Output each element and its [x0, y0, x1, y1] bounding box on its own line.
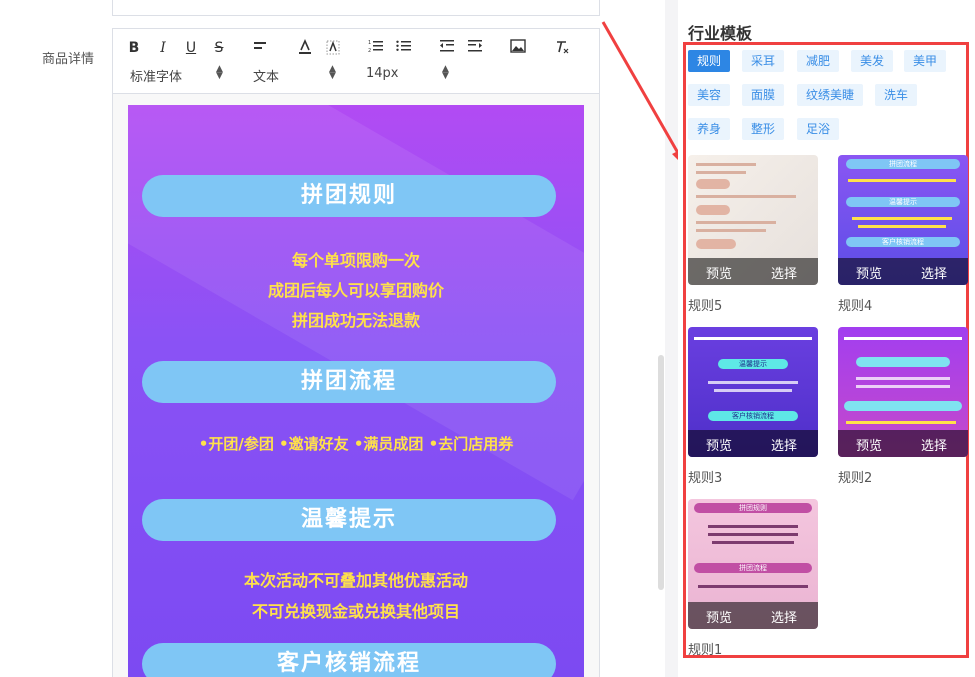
template-name: 规则4 [838, 299, 873, 314]
tag-weight-loss[interactable]: 减肥 [797, 50, 840, 72]
thumb-line [696, 221, 776, 224]
thumb-line [712, 541, 794, 544]
thumb-banner: 客户核销流程 [846, 237, 960, 247]
thumb-line [698, 585, 808, 588]
thumb-banner [844, 401, 962, 411]
preview-button[interactable]: 预览 [706, 435, 732, 454]
template-card-actions: 预览 选择 [838, 430, 968, 457]
thumb-line [696, 195, 796, 198]
thumb-banner: 温馨提示 [718, 359, 788, 369]
thumb-line [856, 377, 950, 380]
tag-wellness[interactable]: 养身 [688, 118, 731, 140]
thumb-banner: 拼团流程 [694, 563, 812, 573]
template-card-3[interactable]: 温馨提示 客户核销流程 预览 选择 [688, 327, 818, 457]
template-name: 规则3 [688, 471, 723, 486]
thumb-line [856, 385, 950, 388]
tag-foot-bath[interactable]: 足浴 [797, 118, 840, 140]
tag-car-wash[interactable]: 洗车 [875, 84, 918, 106]
tag-beauty[interactable]: 美容 [688, 84, 731, 106]
tag-hair[interactable]: 美发 [851, 50, 894, 72]
thumb-line [846, 421, 956, 424]
thumb-banner [696, 179, 730, 189]
thumb-line [696, 229, 766, 232]
template-name: 规则2 [838, 471, 873, 486]
select-button[interactable]: 选择 [771, 263, 797, 282]
template-card-2[interactable]: 预览 选择 [838, 327, 968, 457]
thumb-line [708, 525, 798, 528]
tag-ear-cleaning[interactable]: 采耳 [742, 50, 785, 72]
select-button[interactable]: 选择 [921, 263, 947, 282]
template-sidebar: 行业模板 规则 采耳 减肥 美发 美甲 美容 面膜 纹绣美睫 洗车 养身 整形 … [678, 0, 975, 677]
thumb-line [694, 337, 812, 340]
tag-embroidery-lashes[interactable]: 纹绣美睫 [797, 84, 864, 106]
thumb-banner [696, 239, 736, 249]
thumb-line [848, 179, 956, 182]
page: 商品详情 B I U S 12 标准字体 ▲ ▼ 文本 ▲ ▼ 14px ▲ ▼… [0, 0, 975, 677]
thumb-line [708, 533, 798, 536]
preview-button[interactable]: 预览 [856, 435, 882, 454]
thumb-banner: 温馨提示 [846, 197, 960, 207]
tag-rules[interactable]: 规则 [688, 50, 731, 72]
template-card-actions: 预览 选择 [688, 430, 818, 457]
thumb-line [708, 381, 798, 384]
tag-nails[interactable]: 美甲 [904, 50, 947, 72]
template-name: 规则5 [688, 299, 723, 314]
thumb-banner: 客户核销流程 [708, 411, 798, 421]
thumb-banner [696, 205, 730, 215]
thumb-line [852, 217, 952, 220]
preview-button[interactable]: 预览 [706, 263, 732, 282]
thumb-line [696, 171, 746, 174]
thumb-banner: 拼团流程 [846, 159, 960, 169]
template-card-4[interactable]: 拼团流程 温馨提示 客户核销流程 预览 选择 [838, 155, 968, 285]
preview-button[interactable]: 预览 [706, 607, 732, 626]
select-button[interactable]: 选择 [771, 435, 797, 454]
thumb-banner: 拼团规则 [694, 503, 812, 513]
sidebar-title: 行业模板 [688, 24, 753, 43]
thumb-line [844, 337, 962, 340]
thumb-line [696, 163, 756, 166]
template-name: 规则1 [688, 643, 723, 658]
thumb-line [858, 225, 946, 228]
template-card-5[interactable]: 预览 选择 [688, 155, 818, 285]
select-button[interactable]: 选择 [771, 607, 797, 626]
tag-cosmetic-surgery[interactable]: 整形 [742, 118, 785, 140]
template-card-actions: 预览 选择 [838, 258, 968, 285]
template-card-1[interactable]: 拼团规则 拼团流程 预览 选择 [688, 499, 818, 629]
tag-mask[interactable]: 面膜 [742, 84, 785, 106]
template-card-actions: 预览 选择 [688, 602, 818, 629]
thumb-banner [856, 357, 950, 367]
thumb-line [714, 389, 792, 392]
select-button[interactable]: 选择 [921, 435, 947, 454]
preview-button[interactable]: 预览 [856, 263, 882, 282]
template-card-actions: 预览 选择 [688, 258, 818, 285]
